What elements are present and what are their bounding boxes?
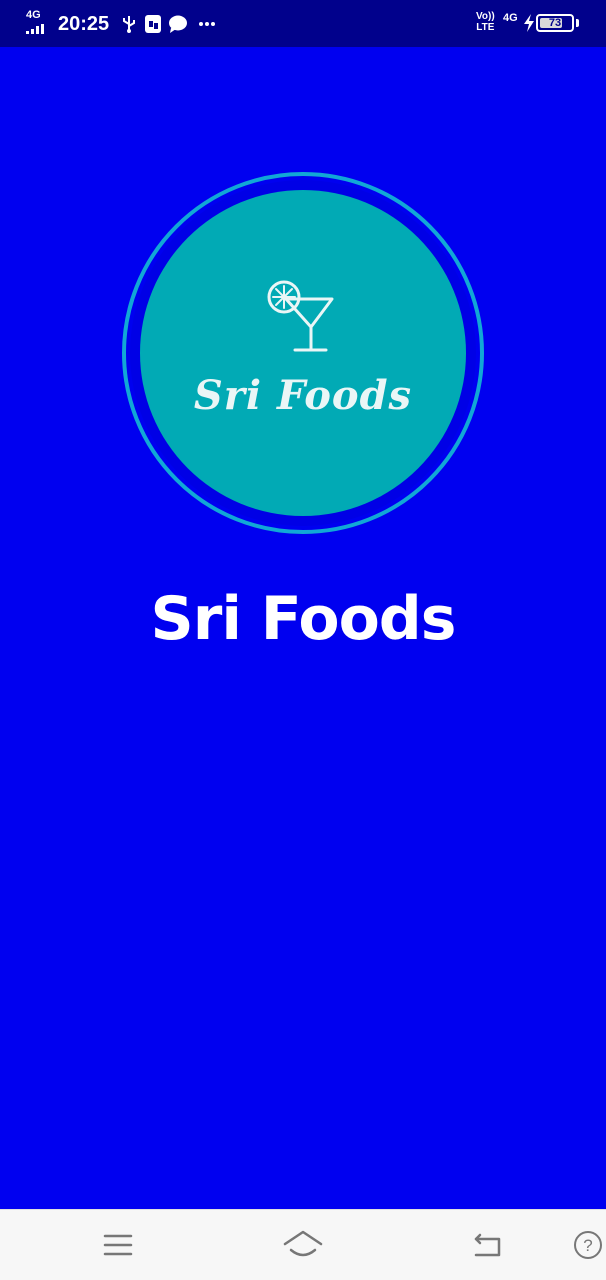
volte-top-label: Vo)) — [476, 11, 495, 22]
message-icon — [169, 15, 187, 33]
navigation-bar: ? — [0, 1209, 606, 1280]
network-type-label: 4G — [26, 9, 41, 21]
network-type-right-label: 4G — [503, 12, 518, 24]
volte-indicator: Vo)) LTE — [476, 11, 495, 33]
usb-icon — [123, 16, 135, 33]
sim-icon — [145, 15, 161, 33]
help-icon[interactable]: ? — [572, 1228, 604, 1262]
signal-indicator: 4G — [26, 9, 48, 34]
help-symbol: ? — [583, 1236, 592, 1255]
volte-bottom-label: LTE — [476, 22, 495, 33]
battery-tip — [576, 19, 579, 27]
back-icon[interactable] — [470, 1228, 504, 1262]
status-right-icons: Vo)) LTE 4G 73 — [466, 0, 606, 47]
cocktail-glass-icon — [267, 280, 334, 352]
menu-icon[interactable] — [102, 1228, 134, 1262]
battery-percent: 73 — [548, 17, 562, 29]
status-bar: 4G 20:25 Vo)) LTE 4G 73 — [0, 0, 606, 47]
signal-bars-icon — [26, 24, 48, 34]
battery-indicator: 73 — [536, 14, 574, 32]
home-icon[interactable] — [282, 1228, 324, 1262]
status-time: 20:25 — [58, 13, 110, 35]
app-title: Sri Foods — [150, 584, 457, 654]
bolt-icon — [524, 14, 534, 32]
more-icon — [199, 22, 215, 26]
logo-text: Sri Foods — [193, 372, 413, 419]
